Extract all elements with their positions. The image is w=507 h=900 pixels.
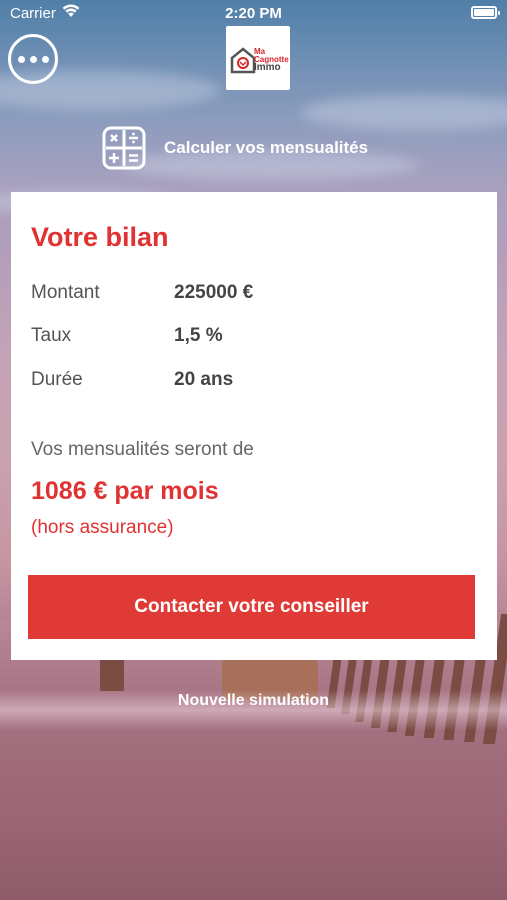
row-value: 1,5 % bbox=[174, 325, 223, 346]
status-bar: Carrier 2:20 PM bbox=[0, 0, 507, 28]
new-simulation-link[interactable]: Nouvelle simulation bbox=[0, 692, 507, 710]
calculate-section: Calculer vos mensualités bbox=[102, 126, 368, 170]
card-title: Votre bilan bbox=[31, 222, 169, 252]
more-options-button[interactable] bbox=[8, 34, 58, 84]
row-label: Montant bbox=[31, 282, 100, 303]
insurance-note: (hors assurance) bbox=[31, 517, 174, 538]
logo-line-3: Immo bbox=[254, 62, 281, 73]
contact-advisor-button[interactable]: Contacter votre conseiller bbox=[28, 575, 475, 639]
monthly-amount: 1086 € par mois bbox=[31, 477, 219, 505]
more-dots-icon-dot bbox=[29, 55, 37, 63]
row-value: 225000 € bbox=[174, 282, 254, 303]
calculate-label: Calculer vos mensualités bbox=[164, 138, 369, 157]
logo-text: Ma Cagnotte Immo bbox=[254, 48, 289, 73]
monthly-intro: Vos mensualités seront de bbox=[31, 439, 254, 460]
more-dots-icon-dot bbox=[41, 55, 49, 63]
battery-icon bbox=[471, 6, 500, 19]
row-label: Taux bbox=[31, 325, 72, 346]
more-dots-icon bbox=[17, 55, 25, 63]
summary-card: Votre bilan Montant 225000 € Taux 1,5 % … bbox=[11, 192, 497, 660]
app-logo: Ma Cagnotte Immo bbox=[226, 26, 290, 90]
house-logo-icon bbox=[230, 47, 256, 74]
row-value: 20 ans bbox=[174, 369, 234, 390]
row-label: Durée bbox=[31, 369, 83, 390]
status-time: 2:20 PM bbox=[225, 5, 282, 22]
calculator-icon bbox=[102, 126, 146, 170]
